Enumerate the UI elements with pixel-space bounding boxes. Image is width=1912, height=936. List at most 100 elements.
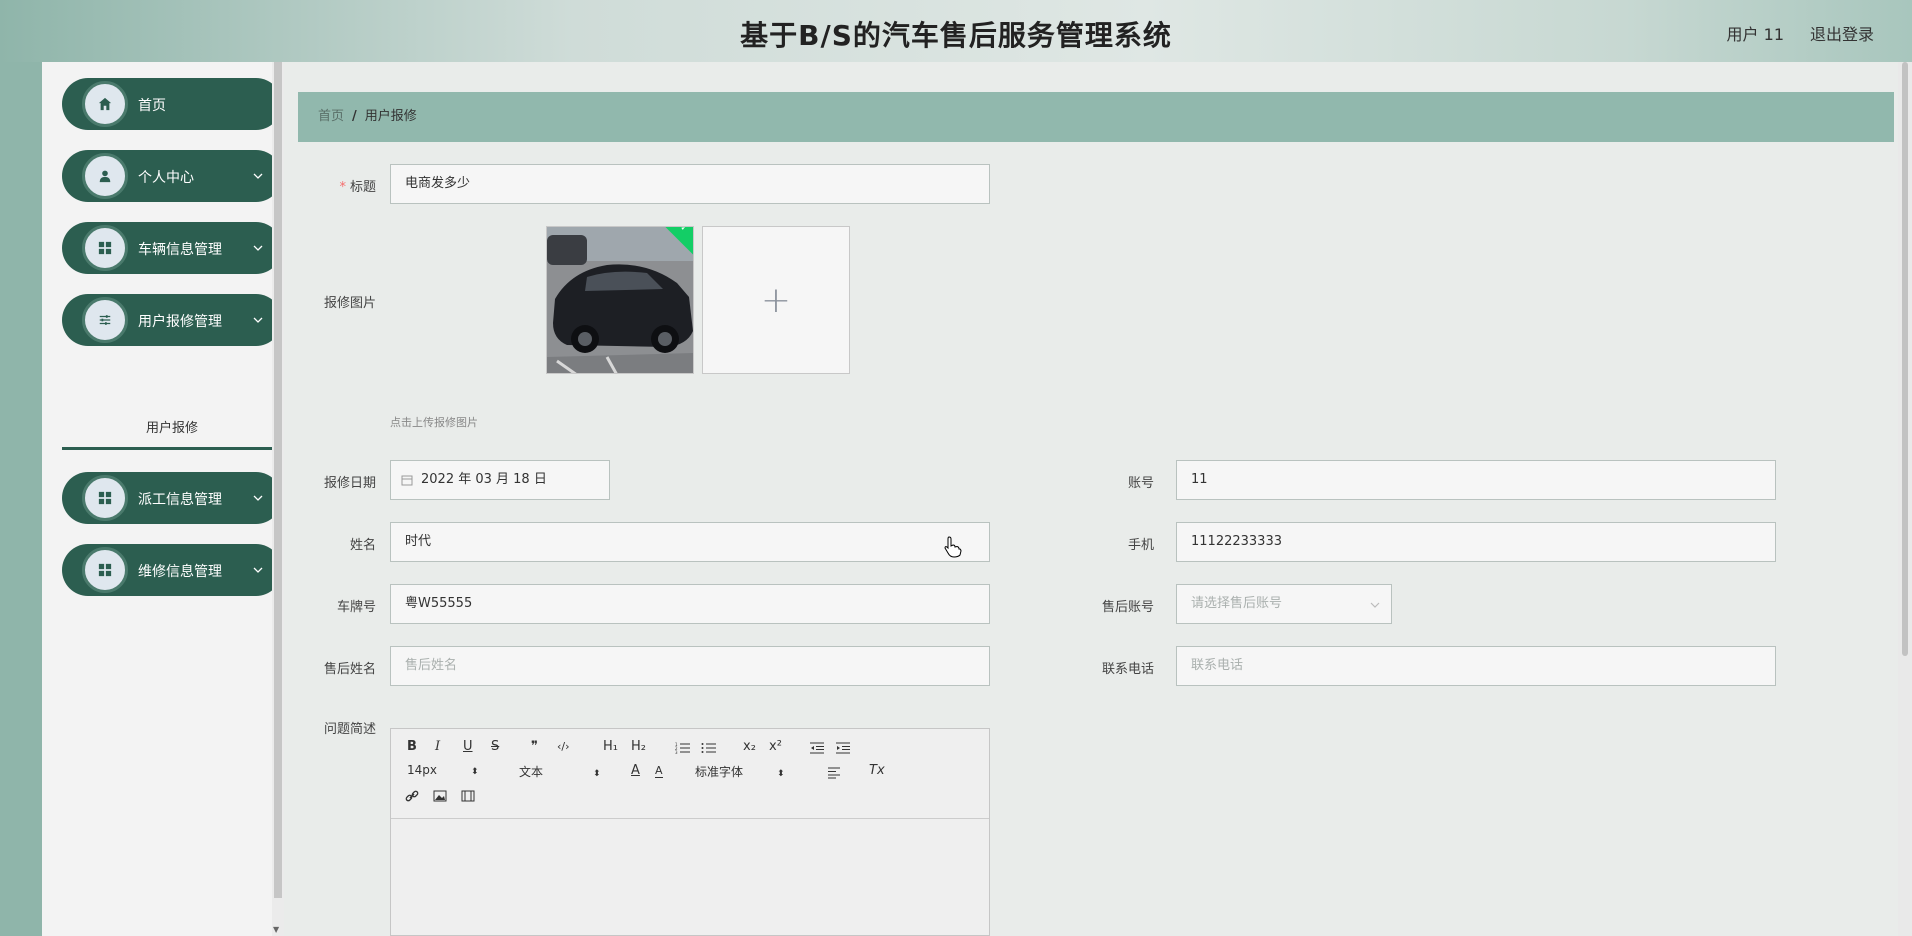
sidebar-item-label: 用户报修管理: [138, 314, 222, 330]
title-input[interactable]: 电商发多少: [390, 164, 990, 204]
account-label: 账号: [1127, 476, 1154, 491]
breadcrumb-separator: /: [352, 109, 357, 124]
editor-toolbar: B I U S ❞ ‹/› H₁ H₂ 123 x₂ x² 14px ⬍ 文本 ⬍ …: [391, 729, 989, 819]
chevron-down-icon: [253, 495, 263, 501]
main-scrollbar[interactable]: [1898, 62, 1912, 936]
contact-input[interactable]: 联系电话: [1176, 646, 1776, 686]
main-scroll-thumb[interactable]: [1902, 62, 1908, 656]
sidebar-item-label: 个人中心: [138, 170, 194, 186]
service-account-select[interactable]: 请选择售后账号: [1176, 584, 1392, 624]
code-button[interactable]: ‹/›: [557, 740, 570, 753]
phone-input[interactable]: 11122233333: [1176, 522, 1776, 562]
text-type-select[interactable]: 文本 ⬍: [519, 763, 601, 780]
grid-icon: [82, 475, 128, 521]
plus-icon: +: [760, 279, 792, 321]
svg-text:3: 3: [675, 750, 678, 754]
updown-icon: ⬍: [777, 769, 785, 779]
date-label: 报修日期: [323, 476, 376, 491]
align-icon[interactable]: [827, 767, 841, 779]
plate-input[interactable]: 粤W55555: [390, 584, 990, 624]
italic-button[interactable]: I: [435, 739, 440, 754]
chevron-down-icon: [253, 245, 263, 251]
plate-label: 车牌号: [336, 600, 376, 615]
clear-format-button[interactable]: Tx: [869, 763, 885, 778]
app-title: 基于B/S的汽车售后服务管理系统: [740, 19, 1172, 52]
quote-button[interactable]: ❞: [531, 739, 538, 754]
font-size-value: 14px: [407, 763, 437, 777]
sidebar-item-label: 派工信息管理: [138, 492, 222, 508]
font-family-value: 标准字体: [695, 765, 744, 779]
upload-add-button[interactable]: +: [702, 226, 850, 374]
current-user: 用户 11: [1726, 25, 1784, 44]
breadcrumb-home[interactable]: 首页: [318, 109, 344, 124]
contact-label: 联系电话: [1101, 662, 1154, 677]
date-value: 2022 年 03 月 18 日: [421, 472, 547, 487]
font-size-select[interactable]: 14px ⬍: [407, 763, 479, 777]
sidebar-scroll-thumb[interactable]: [274, 62, 282, 898]
main-content: 首页 / 用户报修 * 标题 电商发多少 报修图片 ✓ + 点击上传报修图片 报修日期…: [284, 62, 1898, 936]
logout-link[interactable]: 退出登录: [1810, 21, 1874, 45]
title-label: * 标题: [339, 180, 376, 195]
outdent-icon[interactable]: [809, 742, 825, 754]
chevron-down-icon: [253, 173, 263, 179]
service-account-label: 售后账号: [1101, 600, 1154, 615]
font-color-button[interactable]: A: [631, 763, 640, 778]
image-label: 报修图片: [323, 296, 376, 311]
font-family-select[interactable]: 标准字体 ⬍: [695, 763, 785, 780]
subscript-button[interactable]: x₂: [743, 739, 756, 754]
link-icon[interactable]: [405, 789, 419, 803]
car-photo: [547, 227, 693, 373]
sidebar-item-repairs[interactable]: 用户报修管理: [62, 294, 282, 346]
indent-icon[interactable]: [835, 742, 851, 754]
sidebar-item-label: 车辆信息管理: [138, 242, 222, 258]
account-input[interactable]: 11: [1176, 460, 1776, 500]
hand-cursor-icon: [944, 536, 962, 558]
video-icon[interactable]: [461, 790, 475, 802]
strike-button[interactable]: S: [491, 739, 499, 754]
scroll-down-arrow-icon[interactable]: ▼: [273, 925, 279, 934]
left-decor-strip: [0, 62, 42, 936]
uploaded-image[interactable]: ✓: [546, 226, 694, 374]
grid-icon: [82, 225, 128, 271]
user-icon: [82, 153, 128, 199]
updown-icon: ⬍: [471, 767, 479, 777]
breadcrumb-current: 用户报修: [364, 109, 417, 124]
sidebar-item-profile[interactable]: 个人中心: [62, 150, 282, 202]
sidebar-item-vehicles[interactable]: 车辆信息管理: [62, 222, 282, 274]
upload-tip: 点击上传报修图片: [390, 416, 478, 429]
ordered-list-icon[interactable]: 123: [675, 742, 691, 754]
sidebar-item-dispatch[interactable]: 派工信息管理: [62, 472, 282, 524]
sidebar-item-label: 首页: [138, 98, 166, 114]
app-header: 基于B/S的汽车售后服务管理系统 用户 11 退出登录: [0, 0, 1912, 62]
h2-button[interactable]: H₂: [631, 739, 646, 754]
name-input[interactable]: 时代: [390, 522, 990, 562]
phone-label: 手机: [1127, 538, 1154, 553]
service-name-input[interactable]: 售后姓名: [390, 646, 990, 686]
sidebar-scrollbar[interactable]: ▼: [272, 62, 284, 936]
image-icon[interactable]: [433, 790, 447, 802]
background-color-icon[interactable]: A: [655, 764, 663, 778]
superscript-button[interactable]: x²: [769, 739, 782, 754]
h1-button[interactable]: H₁: [603, 739, 618, 754]
sidebar-item-home[interactable]: 首页: [62, 78, 282, 130]
desc-label: 问题简述: [323, 722, 376, 737]
underline-button[interactable]: U: [463, 739, 473, 754]
calendar-icon: [401, 475, 413, 486]
sidebar-item-label: 维修信息管理: [138, 564, 222, 580]
sidebar-item-maintenance[interactable]: 维修信息管理: [62, 544, 282, 596]
grid-icon: [82, 547, 128, 593]
bold-button[interactable]: B: [407, 739, 417, 754]
breadcrumb: 首页 / 用户报修: [298, 92, 1894, 142]
required-marker: *: [339, 180, 346, 195]
chevron-down-icon: [253, 317, 263, 323]
date-picker[interactable]: 2022 年 03 月 18 日: [390, 460, 610, 500]
bullet-list-icon[interactable]: [701, 742, 717, 754]
text-type-value: 文本: [519, 765, 544, 779]
home-icon: [82, 81, 128, 127]
service-account-placeholder: 请选择售后账号: [1191, 596, 1283, 611]
sliders-icon: [82, 297, 128, 343]
updown-icon: ⬍: [593, 769, 601, 779]
sidebar: 首页 个人中心 车辆信息管理 用户报修管理 用户报修 派工信息管理 维修信息管理: [42, 62, 282, 936]
sidebar-subitem-user-repair[interactable]: 用户报修: [62, 412, 282, 450]
name-label: 姓名: [349, 538, 376, 553]
